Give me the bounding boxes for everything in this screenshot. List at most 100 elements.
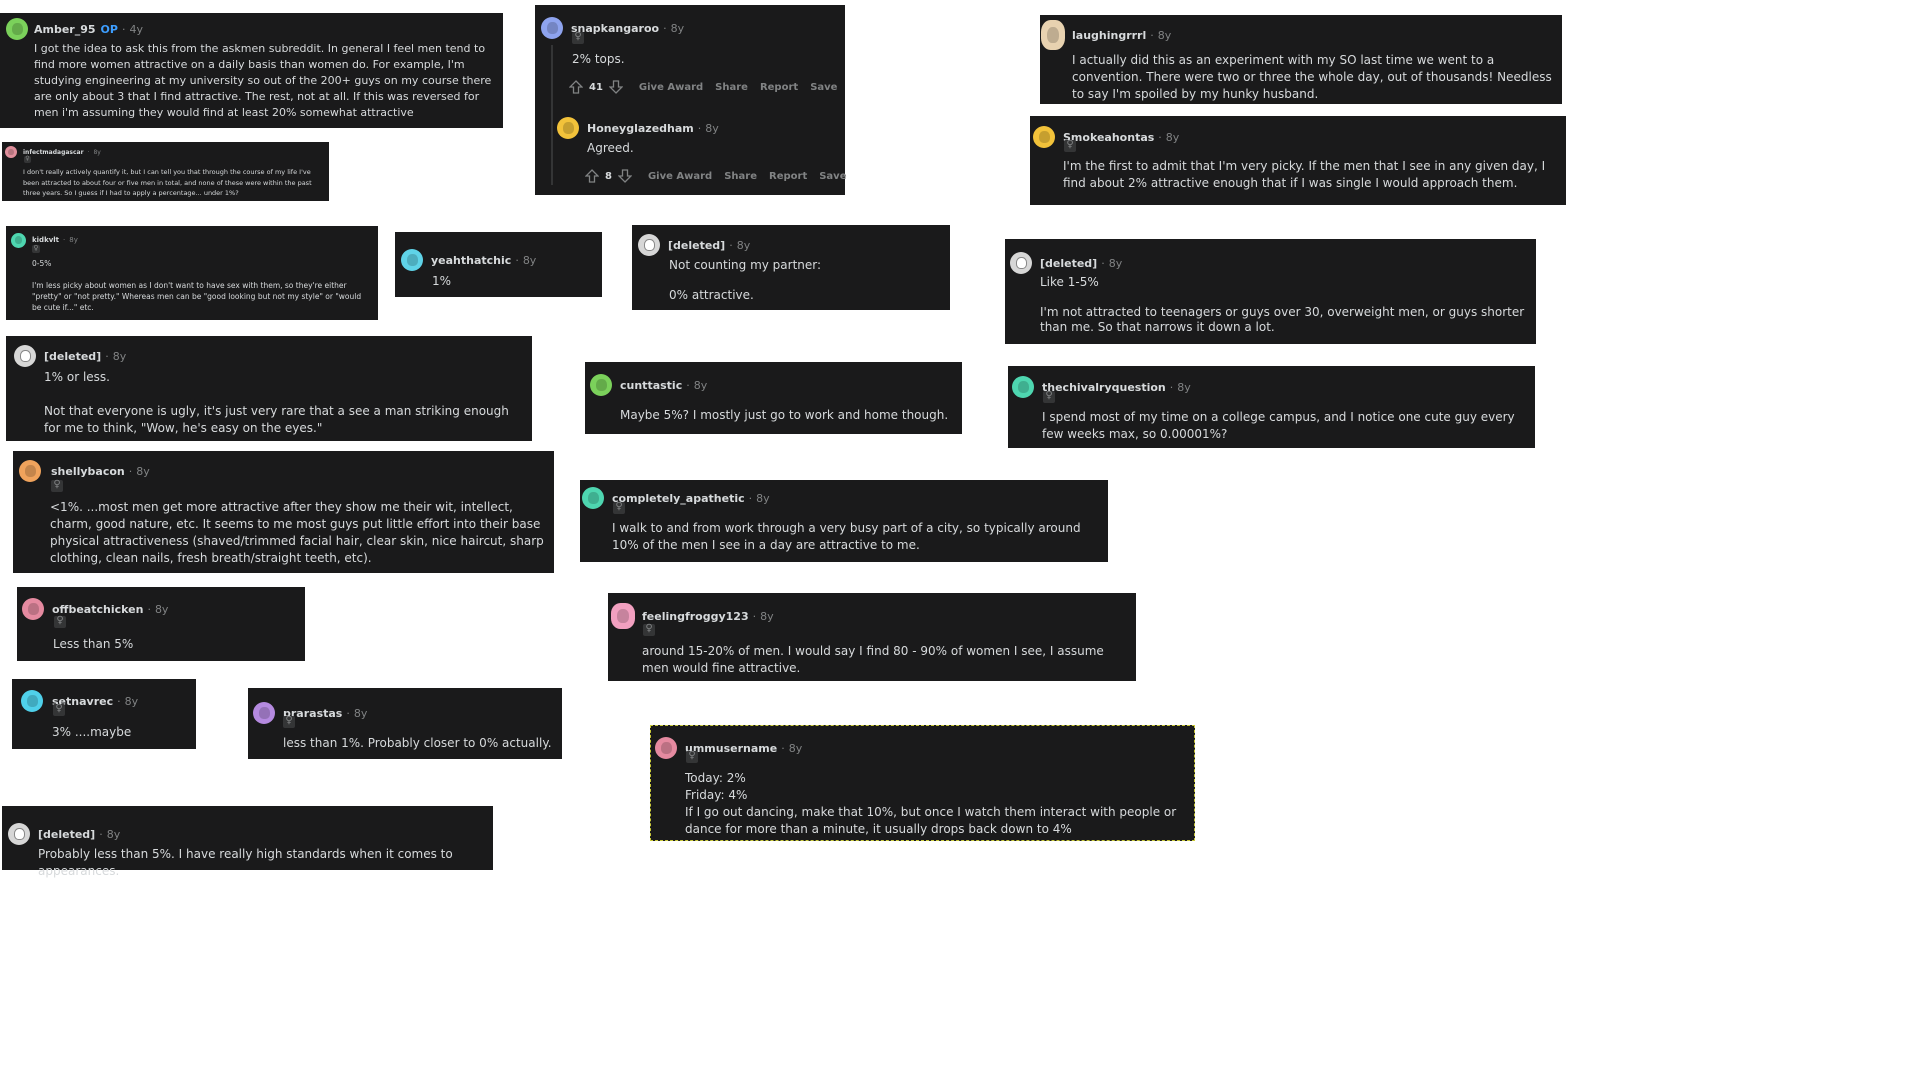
save-button[interactable]: Save (810, 82, 837, 93)
avatar[interactable] (14, 345, 36, 367)
comment-card: kidkvlt · 8y ♀ 0-5% I'm less picky about… (6, 226, 378, 320)
timestamp[interactable]: 8y (107, 828, 121, 841)
share-button[interactable]: Share (715, 82, 748, 93)
thread-line[interactable] (551, 45, 553, 185)
avatar[interactable] (22, 598, 44, 620)
avatar[interactable] (638, 234, 660, 256)
share-button[interactable]: Share (724, 171, 757, 182)
comment-text: Like 1-5% I'm not attracted to teenagers… (1040, 275, 1525, 334)
report-button[interactable]: Report (760, 82, 798, 93)
avatar[interactable] (541, 17, 563, 39)
username[interactable]: Smokeahontas (1063, 131, 1154, 144)
give-award-button[interactable]: Give Award (648, 171, 712, 182)
username[interactable]: thechivalryquestion (1042, 381, 1166, 394)
avatar[interactable] (1012, 376, 1034, 398)
avatar[interactable] (21, 690, 43, 712)
avatar[interactable] (582, 487, 604, 509)
downvote-icon[interactable] (617, 169, 632, 183)
username[interactable]: completely_apathetic (612, 492, 745, 505)
timestamp[interactable]: 8y (1109, 257, 1123, 270)
username[interactable]: shellybacon (51, 465, 125, 478)
avatar[interactable] (5, 146, 17, 158)
timestamp[interactable]: 8y (705, 122, 719, 135)
username[interactable]: [deleted] (668, 239, 725, 252)
comment-card: completely_apathetic · 8y ♀ I walk to an… (580, 480, 1108, 562)
vote-count: 41 (589, 81, 603, 93)
screenshot-collage: Amber_95 OP · 4y I got the idea to ask t… (0, 0, 1912, 1070)
timestamp[interactable]: 4y (129, 23, 143, 36)
comment-card: prarastas · 8y ♀ less than 1%. Probably … (248, 688, 562, 759)
op-badge: OP (100, 22, 118, 36)
report-button[interactable]: Report (769, 171, 807, 182)
username[interactable]: yeahthatchic (431, 254, 511, 267)
username[interactable]: Honeyglazedham (587, 122, 694, 135)
timestamp[interactable]: 8y (1158, 29, 1172, 42)
timestamp[interactable]: 8y (93, 149, 100, 156)
gender-flair: ♀ (54, 616, 66, 628)
avatar[interactable] (1010, 252, 1032, 274)
avatar[interactable] (6, 18, 28, 40)
avatar[interactable] (557, 117, 579, 139)
avatar[interactable] (19, 460, 41, 482)
username[interactable]: [deleted] (44, 350, 101, 363)
save-button[interactable]: Save (819, 171, 846, 182)
timestamp[interactable]: 8y (694, 379, 708, 392)
timestamp[interactable]: 8y (756, 492, 770, 505)
gender-flair: ♀ (686, 751, 698, 763)
username[interactable]: infectmadagascar (23, 149, 84, 156)
timestamp[interactable]: 8y (354, 707, 368, 720)
avatar[interactable] (590, 374, 612, 396)
vote-count: 8 (605, 170, 612, 182)
avatar[interactable] (253, 702, 275, 724)
comment-text: Agreed. (587, 141, 634, 155)
comment-card: shellybacon · 8y ♀ <1%. ...most men get … (13, 451, 554, 573)
timestamp[interactable]: 8y (69, 236, 78, 244)
comment-card: thechivalryquestion · 8y ♀ I spend most … (1008, 366, 1535, 448)
timestamp[interactable]: 8y (523, 254, 537, 267)
gender-flair: ♀ (1064, 140, 1076, 152)
comment-text: <1%. ...most men get more attractive aft… (50, 500, 544, 565)
gender-flair: ♀ (283, 716, 295, 728)
upvote-icon[interactable] (569, 80, 583, 94)
comment-text: Probably less than 5%. I have really hig… (38, 847, 453, 879)
username[interactable]: snapkangaroo (571, 22, 659, 35)
username[interactable]: [deleted] (1040, 257, 1097, 270)
avatar[interactable] (401, 249, 423, 271)
username[interactable]: kidkvlt (32, 236, 59, 244)
comment-text: I'm the first to admit that I'm very pic… (1063, 159, 1546, 190)
username[interactable]: offbeatchicken (52, 603, 143, 616)
username[interactable]: Amber_95 (34, 23, 96, 36)
username[interactable]: cunttastic (620, 379, 682, 392)
username[interactable]: feelingfroggy123 (642, 610, 749, 623)
comment-card: ummusername · 8y ♀ Today: 2% Friday: 4% … (650, 725, 1195, 841)
comment-text: I don't really actively quantify it, but… (23, 168, 312, 197)
username[interactable]: laughingrrrl (1072, 29, 1146, 42)
timestamp[interactable]: 8y (1166, 131, 1180, 144)
username[interactable]: [deleted] (38, 828, 95, 841)
comment-card: yeahthatchic · 8y 1% (395, 232, 602, 297)
timestamp[interactable]: 8y (789, 742, 803, 755)
timestamp[interactable]: 8y (760, 610, 774, 623)
timestamp[interactable]: 8y (136, 465, 150, 478)
comment-text: 1% (432, 274, 452, 288)
timestamp[interactable]: 8y (737, 239, 751, 252)
timestamp[interactable]: 8y (113, 350, 127, 363)
comment-text: I walk to and from work through a very b… (612, 521, 1081, 552)
timestamp[interactable]: 8y (125, 695, 139, 708)
avatar[interactable] (1033, 126, 1055, 148)
gender-flair: ♀ (572, 32, 584, 44)
comment-card: infectmadagascar · 8y ♀ I don't really a… (2, 142, 329, 201)
username[interactable]: ummusername (685, 742, 777, 755)
avatar[interactable] (8, 823, 30, 845)
upvote-icon[interactable] (585, 169, 599, 183)
downvote-icon[interactable] (608, 80, 623, 94)
gender-flair: ♀ (24, 155, 31, 163)
avatar[interactable] (655, 737, 677, 759)
timestamp[interactable]: 8y (155, 603, 169, 616)
avatar[interactable] (611, 603, 635, 629)
timestamp[interactable]: 8y (671, 22, 685, 35)
timestamp[interactable]: 8y (1177, 381, 1191, 394)
avatar[interactable] (1041, 20, 1065, 50)
give-award-button[interactable]: Give Award (639, 82, 703, 93)
avatar[interactable] (11, 232, 26, 248)
